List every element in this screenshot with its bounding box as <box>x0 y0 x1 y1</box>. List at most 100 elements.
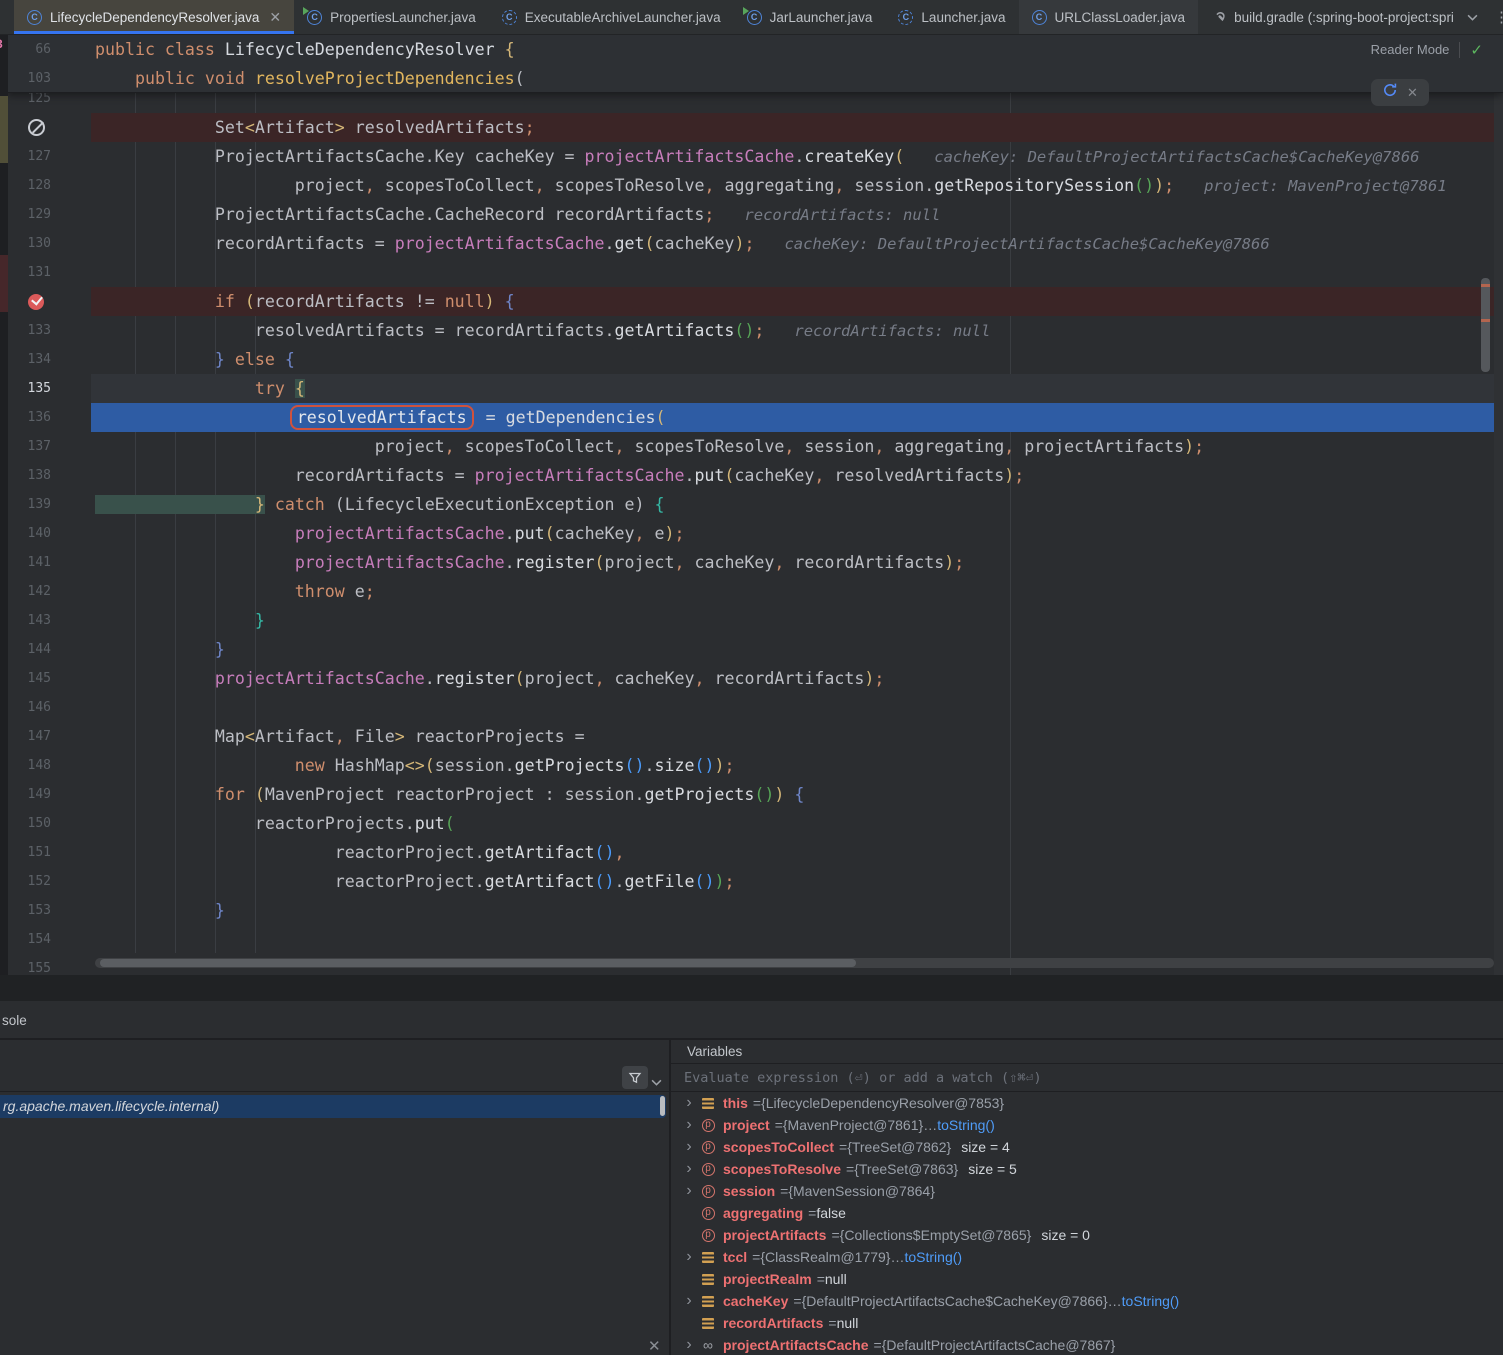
more-vertical-icon[interactable]: ⋮ <box>1494 8 1503 26</box>
reader-mode-widget[interactable]: Reader Mode ✓ <box>1371 35 1483 64</box>
code-text: } <box>95 896 225 925</box>
chevron-right-icon[interactable]: › <box>681 1334 697 1355</box>
local-variable-icon <box>699 1252 717 1263</box>
code-line: 149 for (MavenProject reactorProject : s… <box>8 780 1503 809</box>
variable-name: scopesToResolve <box>723 1161 841 1177</box>
chevron-down-icon[interactable] <box>651 1073 662 1091</box>
frames-toolbar <box>0 1040 669 1092</box>
local-variable-icon <box>699 1274 717 1285</box>
reader-mode-label[interactable]: Reader Mode <box>1371 42 1450 57</box>
variable-name: projectArtifactsCache <box>723 1337 869 1353</box>
variable-row[interactable]: ›pproject= {MavenProject@7861} … toStrin… <box>671 1114 1503 1136</box>
tab-label: Launcher.java <box>921 10 1005 25</box>
strip-olive-segment <box>0 96 8 163</box>
editor-tab[interactable]: build.gradle (:spring-boot-project:spri <box>1198 0 1467 34</box>
code-line: 151 reactorProject.getArtifact(), <box>8 838 1503 867</box>
chevron-right-icon[interactable]: › <box>681 1180 697 1202</box>
variable-row[interactable]: ›projectRealm= null <box>671 1268 1503 1290</box>
code-text: project, scopesToCollect, scopesToResolv… <box>95 171 1447 201</box>
editor-tab[interactable]: CExecutableArchiveLauncher.java <box>489 0 734 34</box>
chevron-right-icon[interactable]: › <box>681 1158 697 1180</box>
horizontal-scrollbar-thumb[interactable] <box>100 959 856 967</box>
line-number: 134 <box>8 345 51 374</box>
variable-value: {Collections$EmptySet@7865} <box>840 1227 1032 1243</box>
chevron-right-icon[interactable]: › <box>681 1114 697 1136</box>
tab-bar-actions: ⋮ <box>1467 0 1503 34</box>
code-line: 129 ProjectArtifactsCache.CacheRecord re… <box>8 200 1503 229</box>
inline-debugger-hint: cacheKey: DefaultProjectArtifactsCache$C… <box>934 148 1419 166</box>
variable-size: size = 4 <box>961 1139 1010 1155</box>
chevron-right-icon[interactable]: › <box>681 1290 697 1312</box>
variable-size: size = 0 <box>1041 1227 1090 1243</box>
close-icon[interactable]: ✕ <box>648 1337 661 1355</box>
variable-value: {DefaultProjectArtifactsCache@7867} <box>882 1337 1116 1353</box>
gradle-icon <box>1211 9 1227 25</box>
variable-row[interactable]: ›∞projectArtifactsCache= {DefaultProject… <box>671 1334 1503 1355</box>
variable-name: aggregating <box>723 1205 803 1221</box>
variable-row[interactable]: ›this= {LifecycleDependencyResolver@7853… <box>671 1092 1503 1114</box>
tab-label: URLClassLoader.java <box>1055 10 1186 25</box>
code-line: 134 } else { <box>8 345 1503 374</box>
line-number: 150 <box>8 809 51 838</box>
muted-breakpoint-icon[interactable] <box>28 119 45 136</box>
editor-tab[interactable]: CLifecycleDependencyResolver.java✕ <box>14 0 294 34</box>
variable-row[interactable]: ›paggregating= false <box>671 1202 1503 1224</box>
chevron-right-icon[interactable]: › <box>681 1246 697 1268</box>
tab-label: ExecutableArchiveLauncher.java <box>525 10 721 25</box>
selected-stack-frame[interactable]: rg.apache.maven.lifecycle.internal) <box>0 1095 666 1118</box>
code-line: 66public class LifecycleDependencyResolv… <box>8 35 1503 64</box>
line-number: 151 <box>8 838 51 867</box>
reload-project-icon[interactable] <box>1382 82 1398 103</box>
variable-row[interactable]: ›tccl= {ClassRealm@1779} … toString() <box>671 1246 1503 1268</box>
code-text: Set<Artifact> resolvedArtifacts; <box>95 113 535 142</box>
equals-sign: = <box>808 1205 816 1221</box>
code-line: 139 } catch (LifecycleExecutionException… <box>8 490 1503 519</box>
frames-scrollbar-thumb[interactable] <box>660 1096 665 1116</box>
code-line: 146 <box>8 693 1503 722</box>
line-number: 138 <box>8 461 51 490</box>
variable-row[interactable]: ›pprojectArtifacts= {Collections$EmptySe… <box>671 1224 1503 1246</box>
build-reload-popup: ✕ <box>1371 79 1429 106</box>
tostring-link[interactable]: toString() <box>937 1117 995 1133</box>
tostring-link[interactable]: toString() <box>1122 1293 1180 1309</box>
close-icon[interactable]: ✕ <box>1407 85 1418 101</box>
variable-row[interactable]: ›pscopesToResolve= {TreeSet@7863}size = … <box>671 1158 1503 1180</box>
code-text: recordArtifacts = projectArtifactsCache.… <box>95 229 1270 259</box>
code-editor[interactable]: 125 Set<Artifact> resolvedArtifacts;127 … <box>8 35 1503 975</box>
vertical-scrollbar-thumb[interactable] <box>1481 278 1490 372</box>
variable-row[interactable]: ›psession= {MavenSession@7864} <box>671 1180 1503 1202</box>
variable-row[interactable]: ›cacheKey= {DefaultProjectArtifactsCache… <box>671 1290 1503 1312</box>
tab-label: PropertiesLauncher.java <box>330 10 476 25</box>
chevron-down-icon[interactable] <box>1467 8 1478 26</box>
checkmark-icon[interactable]: ✓ <box>1470 41 1483 59</box>
evaluate-expression-input[interactable]: Evaluate expression (⏎) or add a watch (… <box>671 1064 1503 1092</box>
chevron-right-icon[interactable]: › <box>681 1136 697 1158</box>
horizontal-scrollbar[interactable] <box>95 958 1494 968</box>
editor-tab[interactable]: CPropertiesLauncher.java <box>294 0 489 34</box>
editor-tab[interactable]: CLauncher.java <box>885 0 1018 34</box>
editor-tab[interactable]: CURLClassLoader.java <box>1019 0 1199 34</box>
equals-sign: = <box>753 1095 761 1111</box>
tab-console[interactable]: sole <box>2 1001 27 1040</box>
variable-name: projectArtifacts <box>723 1227 826 1243</box>
tostring-link[interactable]: toString() <box>904 1249 962 1265</box>
line-number: 152 <box>8 867 51 896</box>
divider <box>1459 42 1460 58</box>
filter-button[interactable] <box>622 1066 648 1089</box>
code-text: projectArtifactsCache.register(project, … <box>95 664 884 693</box>
code-text: try { <box>95 374 305 403</box>
variable-value: null <box>825 1271 847 1287</box>
code-text: public class LifecycleDependencyResolver… <box>95 35 515 64</box>
inline-debugger-hint: project: MavenProject@7861 <box>1204 177 1447 195</box>
stack-frame-label: rg.apache.maven.lifecycle.internal) <box>0 1095 666 1118</box>
chevron-right-icon[interactable]: › <box>681 1092 697 1114</box>
tab-label: LifecycleDependencyResolver.java <box>50 10 259 25</box>
parameter-icon: p <box>699 1229 717 1242</box>
editor-tab[interactable]: CJarLauncher.java <box>734 0 886 34</box>
variable-row[interactable]: ›pscopesToCollect= {TreeSet@7862}size = … <box>671 1136 1503 1158</box>
close-icon[interactable]: ✕ <box>269 10 281 24</box>
code-text: reactorProjects.put( <box>95 809 455 838</box>
variable-row[interactable]: ›recordArtifacts= null <box>671 1312 1503 1334</box>
breakpoint-icon[interactable] <box>28 294 44 310</box>
code-text: new HashMap<>(session.getProjects().size… <box>95 751 734 780</box>
